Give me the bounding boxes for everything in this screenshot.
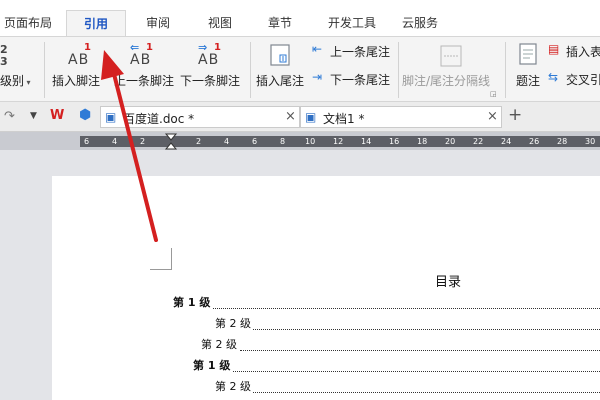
annotation-arrow bbox=[101, 50, 158, 242]
